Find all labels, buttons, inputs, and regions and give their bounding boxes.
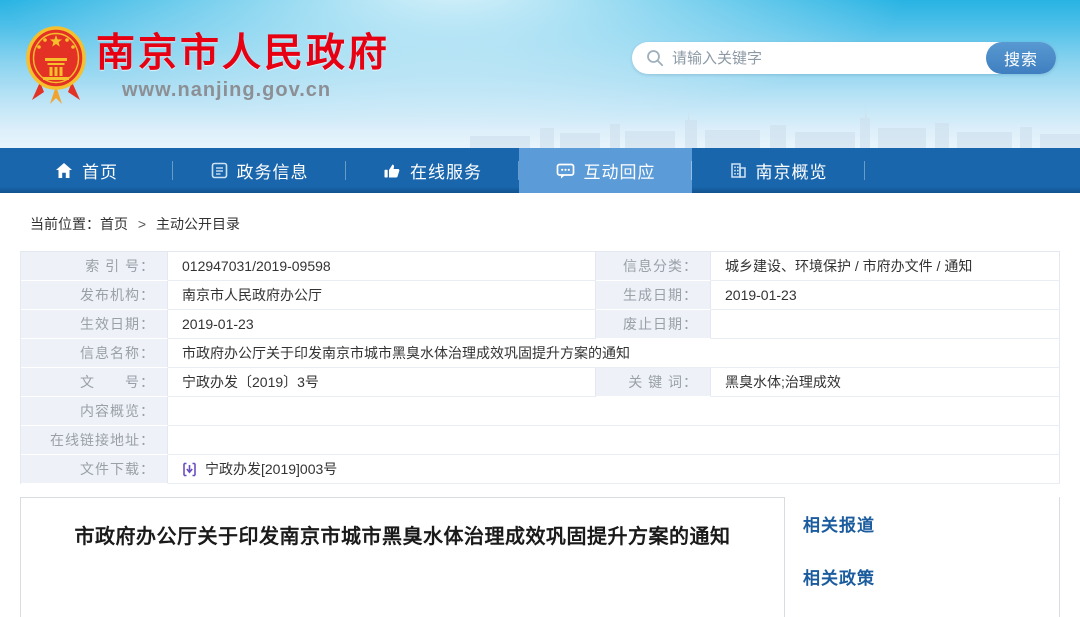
content-section: 市政府办公厅关于印发南京市城市黑臭水体治理成效巩固提升方案的通知 相关报道 相关… bbox=[20, 497, 1060, 617]
info-category-value: 城乡建设、环境保护 / 市府办文件 / 通知 bbox=[711, 252, 1060, 281]
document-number-value: 宁政办发〔2019〕3号 bbox=[168, 368, 596, 397]
nav-item-gov-info[interactable]: 政务信息 bbox=[173, 148, 346, 193]
download-icon bbox=[182, 462, 197, 477]
nav-item-online-services[interactable]: 在线服务 bbox=[346, 148, 519, 193]
creation-date-value: 2019-01-23 bbox=[711, 281, 1060, 310]
related-reports-link[interactable]: 相关报道 bbox=[803, 511, 1059, 536]
info-category-label: 信息分类： bbox=[596, 252, 711, 281]
breadcrumb-home-link[interactable]: 首页 bbox=[100, 216, 128, 232]
breadcrumb-prefix: 当前位置： bbox=[30, 216, 100, 232]
search-icon bbox=[646, 49, 664, 67]
document-info-table: 索 引 号： 012947031/2019-09598 信息分类： 城乡建设、环… bbox=[20, 251, 1060, 484]
site-header: 南京市人民政府 www.nanjing.gov.cn 搜索 bbox=[0, 0, 1080, 148]
chat-icon bbox=[556, 162, 575, 180]
nav-label: 在线服务 bbox=[410, 158, 482, 183]
info-name-label: 信息名称： bbox=[21, 339, 168, 368]
nav-label: 政务信息 bbox=[237, 158, 309, 183]
issuing-agency-label: 发布机构： bbox=[21, 281, 168, 310]
breadcrumb-current: 主动公开目录 bbox=[156, 216, 240, 232]
table-row: 内容概览： bbox=[21, 397, 1060, 426]
site-url: www.nanjing.gov.cn bbox=[122, 79, 390, 102]
table-row: 索 引 号： 012947031/2019-09598 信息分类： 城乡建设、环… bbox=[21, 252, 1060, 281]
keywords-value: 黑臭水体;治理成效 bbox=[711, 368, 1060, 397]
city-skyline-image bbox=[460, 106, 1080, 148]
related-sidebar: 相关报道 相关政策 bbox=[785, 497, 1060, 617]
home-icon bbox=[55, 162, 73, 180]
article-box: 市政府办公厅关于印发南京市城市黑臭水体治理成效巩固提升方案的通知 bbox=[20, 497, 785, 617]
content-overview-label: 内容概览： bbox=[21, 397, 168, 426]
nav-item-nanjing-overview[interactable]: 南京概览 bbox=[692, 148, 865, 193]
file-download-link[interactable]: 宁政办发[2019]003号 bbox=[205, 459, 337, 479]
info-name-value: 市政府办公厅关于印发南京市城市黑臭水体治理成效巩固提升方案的通知 bbox=[168, 339, 1060, 368]
nav-item-home[interactable]: 首页 bbox=[0, 148, 173, 193]
document-number-label: 文 号： bbox=[21, 368, 168, 397]
site-logo-block[interactable]: 南京市人民政府 www.nanjing.gov.cn bbox=[26, 26, 390, 104]
index-number-label: 索 引 号： bbox=[21, 252, 168, 281]
issuing-agency-value: 南京市人民政府办公厅 bbox=[168, 281, 596, 310]
table-row: 文件下载： 宁政办发[2019]003号 bbox=[21, 455, 1060, 484]
search-input[interactable] bbox=[672, 50, 986, 67]
content-overview-value bbox=[168, 397, 1060, 426]
breadcrumb: 当前位置：首页 > 主动公开目录 bbox=[0, 193, 1080, 251]
index-number-value: 012947031/2019-09598 bbox=[168, 252, 596, 281]
breadcrumb-separator: > bbox=[138, 216, 146, 232]
search-bar: 搜索 bbox=[632, 42, 1056, 74]
creation-date-label: 生成日期： bbox=[596, 281, 711, 310]
table-row: 在线链接地址： bbox=[21, 426, 1060, 455]
search-button[interactable]: 搜索 bbox=[986, 42, 1056, 74]
effective-date-label: 生效日期： bbox=[21, 310, 168, 339]
nav-label: 南京概览 bbox=[756, 158, 828, 183]
thumbs-up-icon bbox=[383, 162, 401, 180]
repeal-date-value bbox=[711, 310, 1060, 339]
site-name: 南京市人民政府 bbox=[96, 34, 390, 75]
nav-item-interaction[interactable]: 互动回应 bbox=[519, 148, 692, 193]
file-download-label: 文件下载： bbox=[21, 455, 168, 484]
table-row: 发布机构： 南京市人民政府办公厅 生成日期： 2019-01-23 bbox=[21, 281, 1060, 310]
table-row: 文 号： 宁政办发〔2019〕3号 关 键 词： 黑臭水体;治理成效 bbox=[21, 368, 1060, 397]
nav-label: 互动回应 bbox=[584, 158, 656, 183]
repeal-date-label: 废止日期： bbox=[596, 310, 711, 339]
online-link-label: 在线链接地址： bbox=[21, 426, 168, 455]
main-nav: 首页 政务信息 在线服务 bbox=[0, 148, 1080, 193]
document-icon bbox=[211, 162, 228, 179]
keywords-label: 关 键 词： bbox=[596, 368, 711, 397]
building-icon bbox=[730, 162, 747, 179]
table-row: 信息名称： 市政府办公厅关于印发南京市城市黑臭水体治理成效巩固提升方案的通知 bbox=[21, 339, 1060, 368]
online-link-value bbox=[168, 426, 1060, 455]
related-policies-link[interactable]: 相关政策 bbox=[803, 564, 1059, 589]
effective-date-value: 2019-01-23 bbox=[168, 310, 596, 339]
article-title: 市政府办公厅关于印发南京市城市黑臭水体治理成效巩固提升方案的通知 bbox=[21, 520, 784, 549]
nav-label: 首页 bbox=[82, 158, 118, 183]
table-row: 生效日期： 2019-01-23 废止日期： bbox=[21, 310, 1060, 339]
national-emblem-icon bbox=[26, 26, 86, 104]
